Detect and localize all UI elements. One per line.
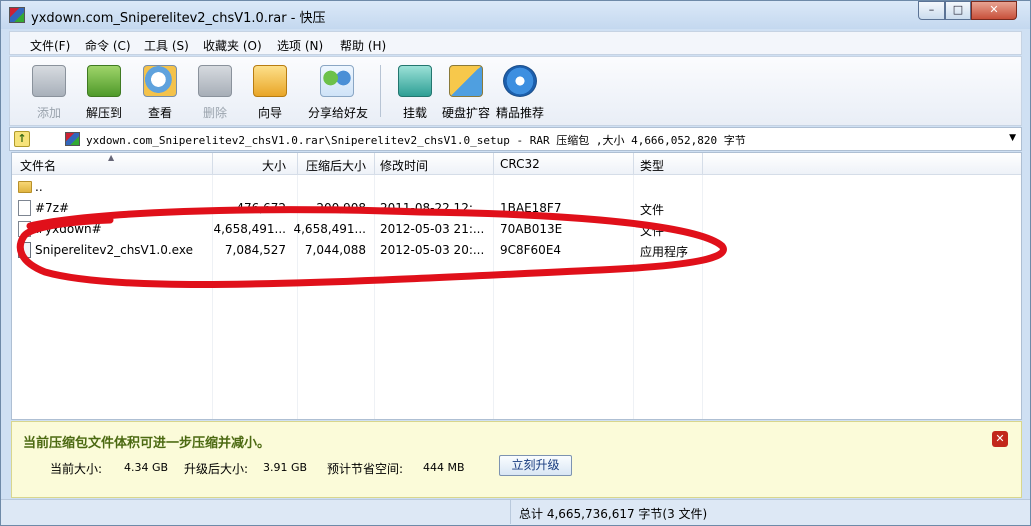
column-divider[interactable] bbox=[493, 153, 494, 175]
table-row[interactable]: #yxdown# 4,658,491... 4,658,491... 2012-… bbox=[12, 219, 1021, 240]
current-size-value: 4.34 GB bbox=[124, 461, 169, 474]
column-crc32[interactable]: CRC32 bbox=[500, 157, 540, 171]
file-packed: 200,908 bbox=[316, 201, 366, 215]
table-row[interactable]: .. bbox=[12, 177, 1021, 198]
file-crc: 9C8F60E4 bbox=[500, 243, 562, 257]
title-bar[interactable]: yxdown.com_Sniperelitev2_chsV1.0.rar - 快… bbox=[1, 1, 1030, 29]
toolbar: 添加 解压到 查看 删除 向导 分享给好友 挂载 硬盘扩容 精品推荐 bbox=[9, 56, 1022, 126]
table-row[interactable]: #7z# 476,672 200,908 2011-08-22 12:... 1… bbox=[12, 198, 1021, 219]
wizard-icon bbox=[253, 65, 287, 97]
file-type: 文件 bbox=[640, 203, 665, 217]
column-divider[interactable] bbox=[212, 153, 213, 175]
file-name: #yxdown# bbox=[35, 222, 102, 236]
recommend-icon bbox=[503, 65, 537, 97]
recommend-label: 精品推荐 bbox=[495, 106, 544, 120]
menu-help[interactable]: 帮助 (H) bbox=[340, 37, 386, 54]
file-size: 476,672 bbox=[236, 201, 286, 215]
after-size-value: 3.91 GB bbox=[263, 461, 308, 474]
menu-command[interactable]: 命令 (C) bbox=[85, 37, 131, 54]
column-header: 文件名 ▲ 大小 压缩后大小 修改时间 CRC32 类型 bbox=[12, 153, 1021, 175]
maximize-button[interactable]: □ bbox=[945, 1, 971, 20]
recommend-button[interactable]: 精品推荐 bbox=[490, 57, 550, 125]
share-label: 分享给好友 bbox=[307, 106, 368, 120]
file-icon bbox=[18, 221, 31, 237]
column-type[interactable]: 类型 bbox=[640, 157, 664, 174]
view-button[interactable]: 查看 bbox=[130, 57, 190, 125]
add-label: 添加 bbox=[36, 106, 61, 120]
winrar-app-icon bbox=[9, 7, 25, 23]
rar-archive-icon bbox=[65, 132, 80, 146]
file-name: .. bbox=[35, 180, 43, 194]
column-packed[interactable]: 压缩后大小 bbox=[306, 157, 366, 174]
disk-expand-icon bbox=[449, 65, 483, 97]
close-button[interactable]: ✕ bbox=[971, 1, 1017, 20]
compress-notice-panel: 当前压缩包文件体积可进一步压缩并减小。 当前大小: 4.34 GB 升级后大小:… bbox=[11, 421, 1022, 498]
share-button[interactable]: 分享给好友 bbox=[303, 57, 373, 125]
column-modified[interactable]: 修改时间 bbox=[380, 157, 428, 174]
saving-label: 预计节省空间: bbox=[327, 462, 404, 476]
delete-button[interactable]: 删除 bbox=[185, 57, 245, 125]
up-folder-icon[interactable]: ↑ bbox=[14, 131, 30, 147]
path-text: yxdown.com_Sniperelitev2_chsV1.0.rar\Sni… bbox=[86, 134, 746, 147]
exe-icon bbox=[18, 242, 31, 258]
menu-bar: 文件(F) 命令 (C) 工具 (S) 收藏夹 (O) 选项 (N) 帮助 (H… bbox=[9, 31, 1022, 55]
window-title: yxdown.com_Sniperelitev2_chsV1.0.rar - 快… bbox=[31, 11, 326, 26]
column-size[interactable]: 大小 bbox=[262, 157, 286, 174]
status-bar: 总计 4,665,736,617 字节(3 文件) bbox=[1, 499, 1030, 525]
table-row[interactable]: Sniperelitev2_chsV1.0.exe 7,084,527 7,04… bbox=[12, 240, 1021, 261]
file-size: 4,658,491... bbox=[213, 222, 286, 236]
file-crc: 1BAE18F7 bbox=[500, 201, 562, 215]
column-divider[interactable] bbox=[633, 153, 634, 175]
file-modified: 2011-08-22 12:... bbox=[380, 201, 485, 215]
delete-label: 删除 bbox=[202, 106, 227, 120]
saving-value: 444 MB bbox=[423, 461, 465, 474]
folder-icon bbox=[18, 181, 32, 193]
file-packed: 4,658,491... bbox=[293, 222, 366, 236]
minimize-button[interactable]: – bbox=[918, 1, 945, 20]
upgrade-now-button[interactable]: 立刻升级 bbox=[499, 455, 572, 476]
menu-tools[interactable]: 工具 (S) bbox=[144, 37, 189, 54]
mount-icon bbox=[398, 65, 432, 97]
column-name[interactable]: 文件名 bbox=[20, 157, 56, 174]
file-name: Sniperelitev2_chsV1.0.exe bbox=[35, 243, 193, 257]
share-icon bbox=[320, 65, 354, 97]
file-icon bbox=[18, 200, 31, 216]
notice-title: 当前压缩包文件体积可进一步压缩并减小。 bbox=[23, 436, 271, 451]
menu-file[interactable]: 文件(F) bbox=[30, 37, 70, 54]
wizard-button[interactable]: 向导 bbox=[240, 57, 300, 125]
path-bar[interactable]: ↑ yxdown.com_Sniperelitev2_chsV1.0.rar\S… bbox=[9, 127, 1022, 151]
file-modified: 2012-05-03 21:... bbox=[380, 222, 485, 236]
file-modified: 2012-05-03 20:... bbox=[380, 243, 485, 257]
toolbar-separator bbox=[380, 65, 381, 117]
current-size-label: 当前大小: bbox=[50, 462, 103, 476]
extract-label: 解压到 bbox=[85, 106, 122, 120]
file-size: 7,084,527 bbox=[224, 243, 286, 257]
file-type: 应用程序 bbox=[640, 245, 689, 259]
column-divider[interactable] bbox=[702, 153, 703, 175]
add-icon bbox=[32, 65, 66, 97]
chevron-down-icon[interactable]: ▼ bbox=[1009, 133, 1016, 143]
status-total: 总计 4,665,736,617 字节(3 文件) bbox=[519, 507, 708, 521]
add-button[interactable]: 添加 bbox=[19, 57, 79, 125]
view-label: 查看 bbox=[147, 106, 172, 120]
file-name: #7z# bbox=[35, 201, 70, 215]
file-list[interactable]: 文件名 ▲ 大小 压缩后大小 修改时间 CRC32 类型 .. #7z# 476… bbox=[11, 152, 1022, 420]
after-size-label: 升级后大小: bbox=[184, 462, 249, 476]
extract-button[interactable]: 解压到 bbox=[74, 57, 134, 125]
file-type: 文件 bbox=[640, 224, 665, 238]
menu-favorites[interactable]: 收藏夹 (O) bbox=[203, 37, 262, 54]
file-packed: 7,044,088 bbox=[304, 243, 366, 257]
app-window: yxdown.com_Sniperelitev2_chsV1.0.rar - 快… bbox=[0, 0, 1031, 526]
wizard-label: 向导 bbox=[257, 106, 282, 120]
status-cell: 总计 4,665,736,617 字节(3 文件) bbox=[510, 500, 1022, 524]
file-crc: 70AB013E bbox=[500, 222, 563, 236]
view-icon bbox=[143, 65, 177, 97]
menu-options[interactable]: 选项 (N) bbox=[277, 37, 323, 54]
extract-icon bbox=[87, 65, 121, 97]
sort-ascending-icon: ▲ bbox=[108, 153, 115, 162]
column-divider[interactable] bbox=[374, 153, 375, 175]
delete-icon bbox=[198, 65, 232, 97]
close-icon[interactable]: ✕ bbox=[992, 431, 1008, 447]
column-divider[interactable] bbox=[297, 153, 298, 175]
